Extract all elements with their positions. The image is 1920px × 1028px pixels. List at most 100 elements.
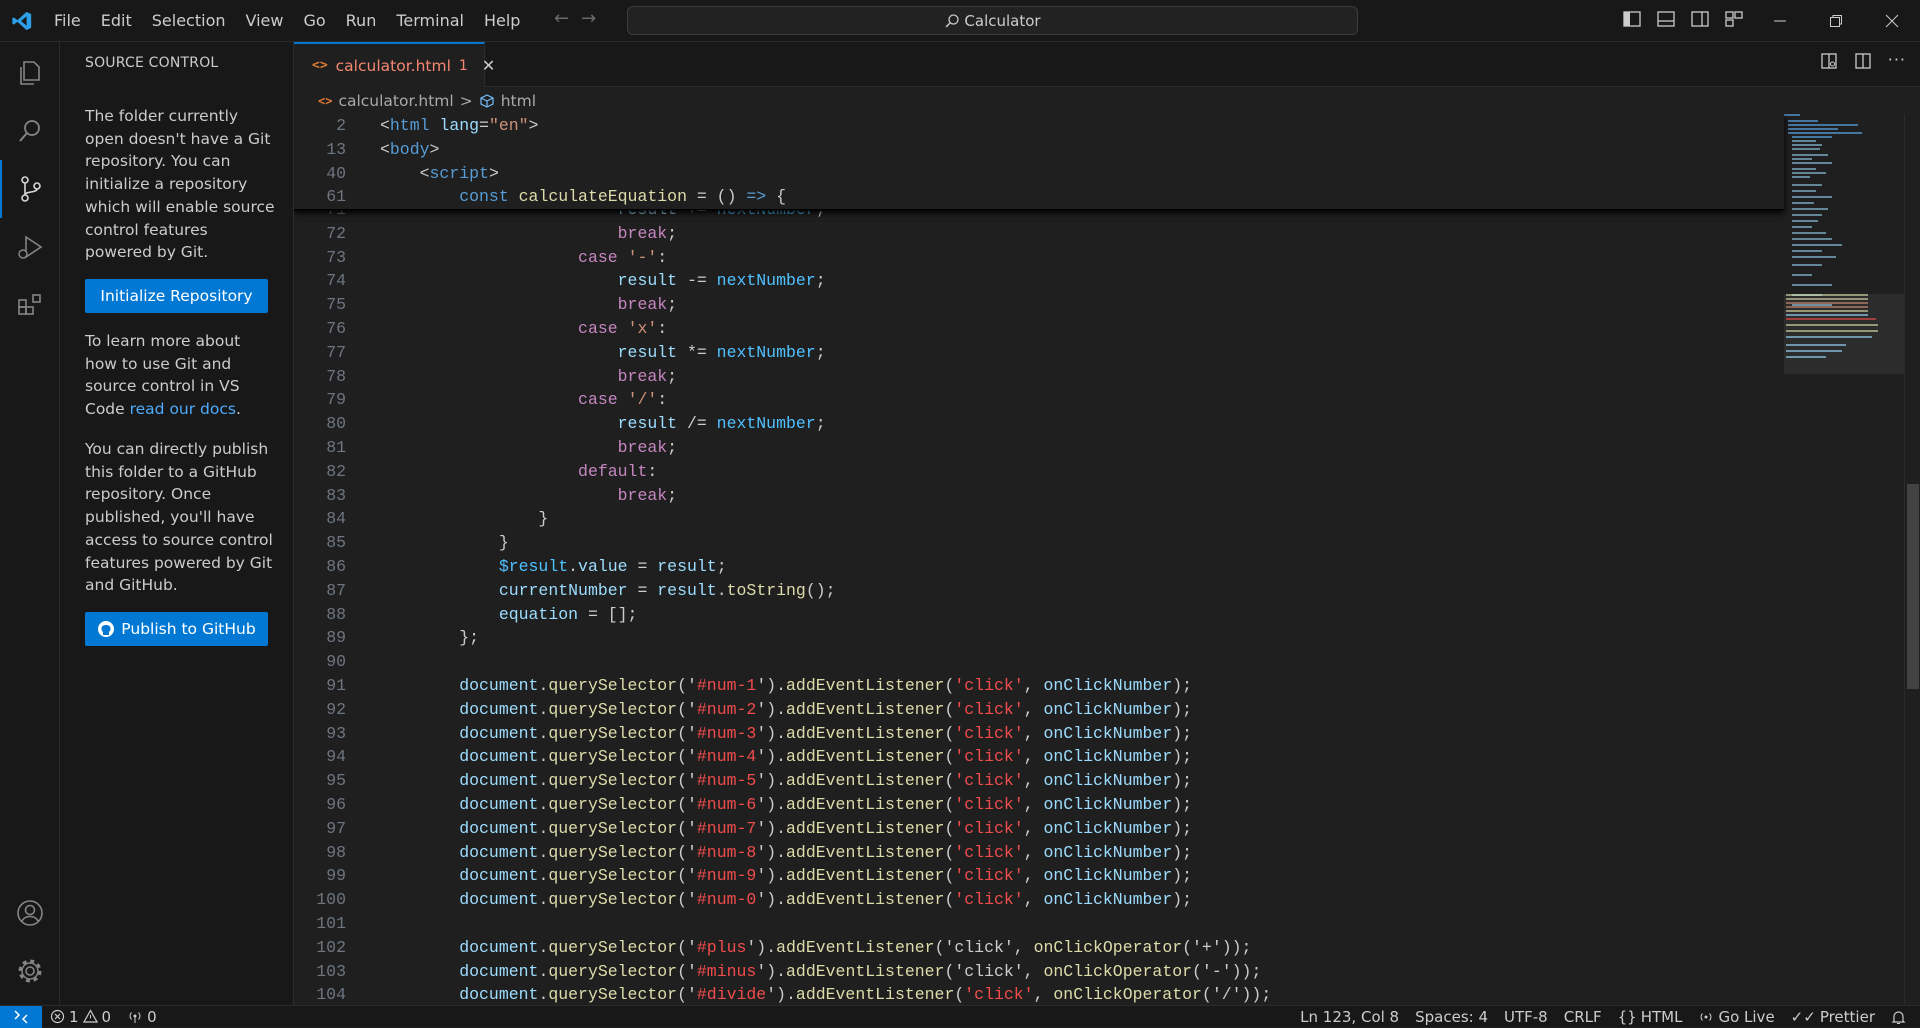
code-line[interactable]: 95 document.querySelector('#num-5').addE… <box>294 769 1784 793</box>
code-line[interactable]: 61 const calculateEquation = () => { <box>294 185 1784 209</box>
code-line[interactable]: 79 case '/': <box>294 388 1784 412</box>
code-text: break; <box>617 486 678 505</box>
forward-arrow-icon[interactable]: → <box>581 8 596 29</box>
initialize-repository-button[interactable]: Initialize Repository <box>85 279 268 313</box>
code-text: case 'x': <box>578 319 668 338</box>
code-line[interactable]: 77 result *= nextNumber; <box>294 341 1784 365</box>
end-of-line[interactable]: CRLF <box>1556 1008 1610 1026</box>
code-line[interactable]: 102 document.querySelector('#plus').addE… <box>294 936 1784 960</box>
more-actions-icon[interactable]: ··· <box>1888 52 1906 70</box>
scrollbar-thumb[interactable] <box>1907 484 1919 689</box>
code-editor[interactable]: 71 result += nextNumber;72 break;73 case… <box>294 114 1920 1005</box>
code-line[interactable]: 13 <body> <box>294 138 1784 162</box>
line-number: 79 <box>326 390 346 409</box>
code-text: }; <box>380 628 480 647</box>
accounts-icon[interactable] <box>0 884 60 942</box>
toggle-secondary-sidebar-icon[interactable] <box>1690 9 1710 29</box>
code-line[interactable]: 99 document.querySelector('#num-9').addE… <box>294 864 1784 888</box>
code-line[interactable]: 75 break; <box>294 293 1784 317</box>
encoding[interactable]: UTF-8 <box>1496 1008 1556 1026</box>
line-number: 103 <box>316 962 346 981</box>
code-line[interactable]: 101 <box>294 912 1784 936</box>
settings-gear-icon[interactable] <box>0 942 60 1000</box>
code-line[interactable]: 94 document.querySelector('#num-4').addE… <box>294 745 1784 769</box>
vertical-scrollbar[interactable] <box>1904 114 1920 1005</box>
menu-run[interactable]: Run <box>336 6 387 36</box>
code-line[interactable]: 82 default: <box>294 460 1784 484</box>
breadcrumb-symbol[interactable]: html <box>501 92 536 110</box>
extensions-icon[interactable] <box>0 276 60 334</box>
code-line[interactable]: 2 <html lang="en"> <box>294 114 1784 138</box>
code-line[interactable]: 103 document.querySelector('#minus').add… <box>294 960 1784 984</box>
indentation[interactable]: Spaces: 4 <box>1407 1008 1496 1026</box>
notifications-bell-icon[interactable] <box>1883 1010 1914 1025</box>
search-view-icon[interactable] <box>0 102 60 160</box>
breadcrumb-file[interactable]: calculator.html <box>338 92 453 110</box>
breadcrumb-separator: > <box>459 92 473 110</box>
code-line[interactable]: 40 <script> <box>294 162 1784 186</box>
run-debug-icon[interactable] <box>0 218 60 276</box>
language-mode[interactable]: {} HTML <box>1610 1008 1691 1026</box>
code-line[interactable]: 97 document.querySelector('#num-7').addE… <box>294 817 1784 841</box>
toggle-panel-icon[interactable] <box>1656 9 1676 29</box>
sticky-scroll-header[interactable]: 2 <html lang="en"> 13 <body> 40 <script> 61 c… <box>294 114 1784 210</box>
code-line[interactable]: 85 } <box>294 531 1784 555</box>
restore-icon[interactable] <box>1808 0 1864 42</box>
tab-calculator-html[interactable]: <> calculator.html 1 ✕ <box>294 42 495 87</box>
code-line[interactable]: 80 result /= nextNumber; <box>294 412 1784 436</box>
minimap[interactable] <box>1784 114 1904 1005</box>
explorer-icon[interactable] <box>0 44 60 102</box>
code-line[interactable]: 104 document.querySelector('#divide').ad… <box>294 983 1784 1005</box>
close-tab-icon[interactable]: ✕ <box>482 56 495 75</box>
menu-edit[interactable]: Edit <box>91 6 142 36</box>
close-window-icon[interactable] <box>1864 0 1920 42</box>
code-line[interactable]: 76 case 'x': <box>294 317 1784 341</box>
code-line[interactable]: 78 break; <box>294 365 1784 389</box>
problems-indicator[interactable]: 1 0 <box>42 1008 119 1026</box>
line-number: 92 <box>326 700 346 719</box>
code-line[interactable]: 87 currentNumber = result.toString(); <box>294 579 1784 603</box>
code-text: result -= nextNumber; <box>617 271 826 290</box>
menu-help[interactable]: Help <box>474 6 530 36</box>
code-text: } <box>380 533 509 552</box>
code-line[interactable]: 93 document.querySelector('#num-3').addE… <box>294 722 1784 746</box>
menu-go[interactable]: Go <box>293 6 335 36</box>
code-line[interactable]: 83 break; <box>294 484 1784 508</box>
code-line[interactable]: 88 equation = []; <box>294 603 1784 627</box>
braces-icon: {} <box>1617 1008 1637 1026</box>
code-line[interactable]: 98 document.querySelector('#num-8').addE… <box>294 841 1784 865</box>
split-editor-icon[interactable] <box>1854 52 1872 70</box>
read-docs-link[interactable]: read our docs <box>130 400 236 418</box>
source-control-icon[interactable] <box>0 160 60 218</box>
publish-to-github-button[interactable]: Publish to GitHub <box>85 612 268 646</box>
ports-indicator[interactable]: 0 <box>119 1008 165 1026</box>
menu-terminal[interactable]: Terminal <box>386 6 474 36</box>
code-line[interactable]: 91 document.querySelector('#num-1').addE… <box>294 674 1784 698</box>
prettier-status[interactable]: ✓✓ Prettier <box>1783 1008 1883 1026</box>
code-line[interactable]: 100 document.querySelector('#num-0').add… <box>294 888 1784 912</box>
code-line[interactable]: 92 document.querySelector('#num-2').addE… <box>294 698 1784 722</box>
cursor-position[interactable]: Ln 123, Col 8 <box>1292 1008 1407 1026</box>
toggle-sidebar-icon[interactable] <box>1622 9 1642 29</box>
remote-indicator-icon[interactable] <box>0 1005 42 1028</box>
minimize-icon[interactable] <box>1752 0 1808 42</box>
code-line[interactable]: 74 result -= nextNumber; <box>294 269 1784 293</box>
code-line[interactable]: 90 <box>294 650 1784 674</box>
go-live-button[interactable]: Go Live <box>1690 1008 1782 1026</box>
code-line[interactable]: 72 break; <box>294 222 1784 246</box>
code-line[interactable]: 89 }; <box>294 626 1784 650</box>
code-line[interactable]: 96 document.querySelector('#num-6').addE… <box>294 793 1784 817</box>
command-center[interactable]: Calculator <box>627 6 1358 35</box>
customize-layout-icon[interactable] <box>1724 9 1744 29</box>
line-number: 101 <box>316 914 346 933</box>
menu-view[interactable]: View <box>236 6 294 36</box>
code-line[interactable]: 73 case '-': <box>294 246 1784 270</box>
code-line[interactable]: 84 } <box>294 507 1784 531</box>
code-text: document.querySelector('#num-1').addEven… <box>459 676 1193 695</box>
menu-file[interactable]: File <box>44 6 91 36</box>
back-arrow-icon[interactable]: ← <box>554 8 569 29</box>
code-line[interactable]: 81 break; <box>294 436 1784 460</box>
code-line[interactable]: 86 $result.value = result; <box>294 555 1784 579</box>
open-preview-icon[interactable] <box>1820 52 1838 70</box>
menu-selection[interactable]: Selection <box>142 6 236 36</box>
